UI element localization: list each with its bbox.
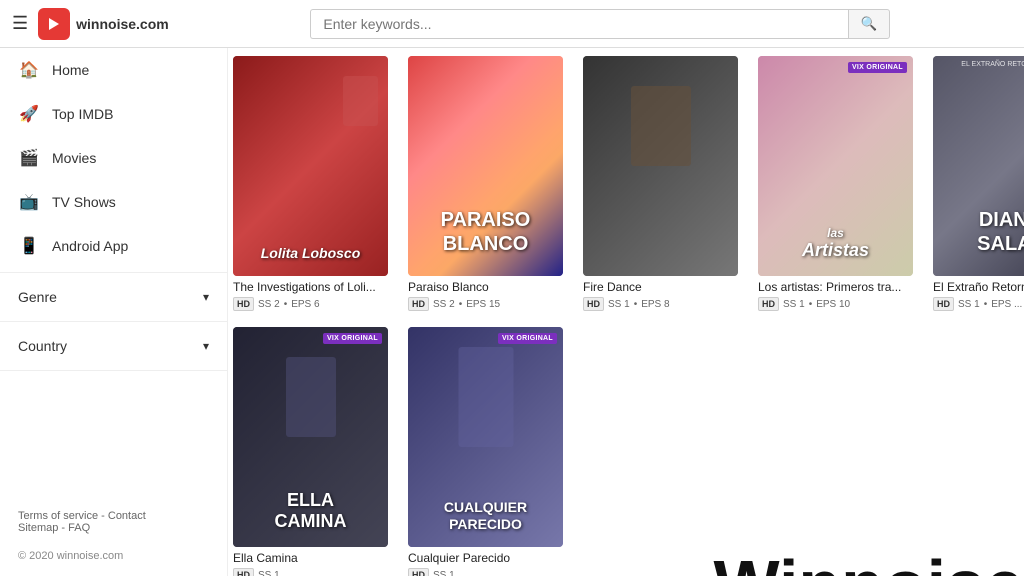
content-area: Lolita Lobosco The Investigations of Lol… — [228, 48, 1024, 576]
movie-meta-camina: HD SS 1 — [233, 568, 398, 576]
hd-badge: HD — [408, 297, 429, 311]
vix-badge-cualquier: VIX ORIGINAL — [498, 333, 557, 344]
country-section[interactable]: Country ▾ — [0, 326, 227, 366]
sidebar: 🏠 Home 🚀 Top IMDB 🎬 Movies 📺 TV Shows 📱 … — [0, 48, 228, 576]
header: ☰ winnoise.com 🔍 — [0, 0, 1024, 48]
search-input[interactable] — [310, 9, 847, 39]
movie-card-camina[interactable]: VIX ORIGINAL ELLACAMINA Ella Camina HD S… — [233, 327, 398, 576]
sidebar-divider-2 — [0, 321, 227, 322]
android-icon: 📱 — [18, 236, 40, 256]
sidebar-label-top-imdb: Top IMDB — [52, 106, 113, 122]
sidebar-item-home[interactable]: 🏠 Home — [0, 48, 227, 92]
thumb-text-lolita: Lolita Lobosco — [261, 245, 361, 262]
movie-title-fire: Fire Dance — [583, 280, 738, 294]
movies-icon: 🎬 — [18, 148, 40, 168]
logo: winnoise.com — [38, 8, 169, 40]
movie-card-fire[interactable]: Fire Dance HD SS 1 • EPS 8 — [583, 56, 748, 311]
movie-meta-lolita: HD SS 2 • EPS 6 — [233, 297, 398, 311]
movie-meta-cualquier: HD SS 1 — [408, 568, 573, 576]
meta-dot: • — [284, 299, 288, 310]
home-icon: 🏠 — [18, 60, 40, 80]
footer-sep-1: - — [101, 510, 108, 522]
sidebar-label-home: Home — [52, 62, 89, 78]
faq-link[interactable]: FAQ — [68, 522, 90, 534]
sidebar-divider-3 — [0, 370, 227, 371]
movie-card-lolita[interactable]: Lolita Lobosco The Investigations of Lol… — [233, 56, 398, 311]
content-wrapper: Lolita Lobosco The Investigations of Lol… — [228, 48, 1024, 576]
terms-link[interactable]: Terms of service — [18, 510, 98, 522]
sidebar-label-movies: Movies — [52, 150, 96, 166]
sitemap-link[interactable]: Sitemap — [18, 522, 58, 534]
logo-icon — [38, 8, 70, 40]
sidebar-item-android-app[interactable]: 📱 Android App — [0, 224, 227, 268]
movie-card-cualquier[interactable]: VIX ORIGINAL CUALQUIERPARECIDO Cualquier… — [408, 327, 573, 576]
thumb-text-paraiso: PARAISOBLANCO — [441, 208, 531, 256]
movie-thumb-fire — [583, 56, 738, 276]
thumb-text-camina: ELLACAMINA — [275, 490, 347, 533]
movie-meta-extrano: HD SS 1 • EPS ... — [933, 297, 1024, 311]
movie-thumb-paraiso: PARAISOBLANCO — [408, 56, 563, 276]
sidebar-divider-1 — [0, 272, 227, 273]
genre-chevron-icon: ▾ — [203, 290, 209, 304]
movie-card-artistas[interactable]: VIX ORIGINAL lasArtistas Los artistas: P… — [758, 56, 923, 311]
vix-badge: VIX ORIGINAL — [848, 62, 907, 73]
sidebar-item-movies[interactable]: 🎬 Movies — [0, 136, 227, 180]
thumb-text-extrano: DIANASALAZ — [977, 208, 1024, 256]
meta-eps: EPS 6 — [291, 299, 319, 310]
genre-section[interactable]: Genre ▾ — [0, 277, 227, 317]
movie-thumb-camina: VIX ORIGINAL ELLACAMINA — [233, 327, 388, 547]
movie-title-extrano: El Extraño Retorn... — [933, 280, 1024, 294]
main-layout: 🏠 Home 🚀 Top IMDB 🎬 Movies 📺 TV Shows 📱 … — [0, 48, 1024, 576]
hd-badge: HD — [233, 297, 254, 311]
footer-links: Terms of service - Contact Sitemap - FAQ — [0, 498, 227, 546]
genre-label: Genre — [18, 289, 57, 305]
hamburger-icon[interactable]: ☰ — [12, 13, 28, 34]
contact-link[interactable]: Contact — [108, 510, 146, 522]
movies-row-1: Lolita Lobosco The Investigations of Lol… — [228, 48, 1024, 319]
movie-thumb-artistas: VIX ORIGINAL lasArtistas — [758, 56, 913, 276]
movie-thumb-cualquier: VIX ORIGINAL CUALQUIERPARECIDO — [408, 327, 563, 547]
thumb-text-cualquier: CUALQUIERPARECIDO — [444, 499, 527, 533]
top-imdb-icon: 🚀 — [18, 104, 40, 124]
movies-row-2: VIX ORIGINAL ELLACAMINA Ella Camina HD S… — [228, 319, 1024, 576]
movie-meta-artistas: HD SS 1 • EPS 10 — [758, 297, 923, 311]
movie-meta-paraiso: HD SS 2 • EPS 15 — [408, 297, 573, 311]
movie-title-artistas: Los artistas: Primeros tra... — [758, 280, 913, 294]
vix-badge-camina: VIX ORIGINAL — [323, 333, 382, 344]
tv-shows-icon: 📺 — [18, 192, 40, 212]
movie-title-cualquier: Cualquier Parecido — [408, 551, 563, 565]
meta-season: SS 2 — [258, 299, 280, 310]
sidebar-item-tv-shows[interactable]: 📺 TV Shows — [0, 180, 227, 224]
country-chevron-icon: ▾ — [203, 339, 209, 353]
search-bar: 🔍 — [310, 9, 890, 39]
sidebar-label-tv-shows: TV Shows — [52, 194, 116, 210]
search-icon: 🔍 — [861, 16, 878, 31]
movie-card-extrano[interactable]: EL EXTRAÑO RETORNO DE... DIANASALAZ El E… — [933, 56, 1024, 311]
movie-thumb-lolita: Lolita Lobosco — [233, 56, 388, 276]
movie-thumb-extrano: EL EXTRAÑO RETORNO DE... DIANASALAZ — [933, 56, 1024, 276]
search-button[interactable]: 🔍 — [848, 9, 891, 39]
logo-text: winnoise.com — [76, 16, 169, 32]
thumb-text-artistas: lasArtistas — [802, 226, 869, 262]
sidebar-item-top-imdb[interactable]: 🚀 Top IMDB — [0, 92, 227, 136]
movie-title-lolita: The Investigations of Loli... — [233, 280, 388, 294]
movie-card-paraiso[interactable]: PARAISOBLANCO Paraiso Blanco HD SS 2 • E… — [408, 56, 573, 311]
sidebar-label-android-app: Android App — [52, 238, 128, 254]
country-label: Country — [18, 338, 67, 354]
winnoise-watermark: Winnoise — [714, 550, 1024, 576]
movie-title-paraiso: Paraiso Blanco — [408, 280, 563, 294]
copyright: © 2020 winnoise.com — [0, 546, 227, 566]
movie-title-camina: Ella Camina — [233, 551, 388, 565]
movie-meta-fire: HD SS 1 • EPS 8 — [583, 297, 748, 311]
